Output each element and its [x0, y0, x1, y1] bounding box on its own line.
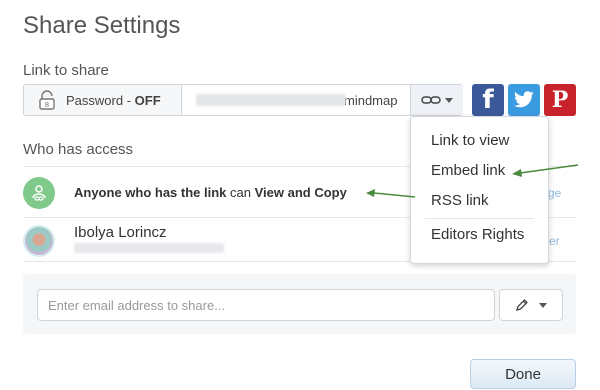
- arrow-to-access-text: [366, 189, 416, 198]
- annotation-arrows: [366, 164, 579, 198]
- arrow-to-embed-link: [512, 164, 579, 177]
